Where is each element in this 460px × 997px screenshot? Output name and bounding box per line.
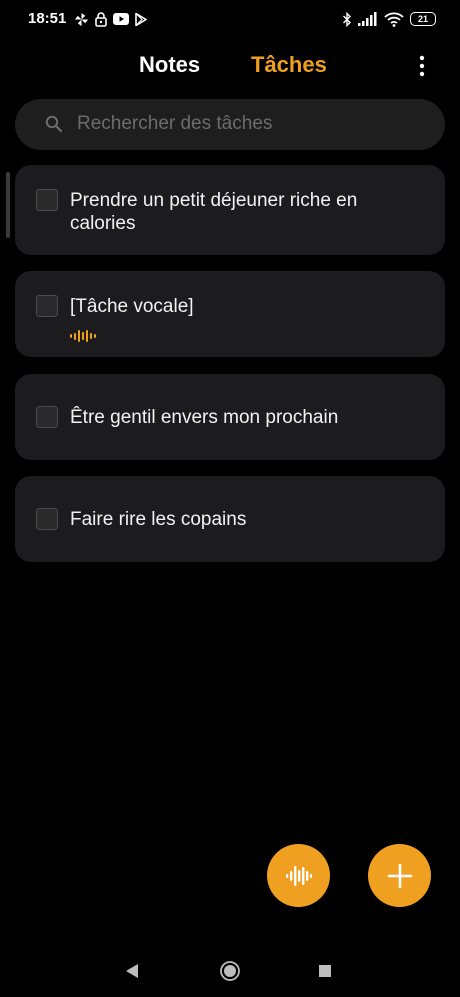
- status-right-icons: 21: [342, 9, 436, 29]
- status-bar: 18:51 21: [0, 0, 460, 38]
- play-store-icon: [135, 12, 147, 26]
- battery-icon: 21: [410, 12, 436, 26]
- task-item[interactable]: [Tâche vocale]: [15, 271, 445, 357]
- home-icon[interactable]: [218, 959, 242, 983]
- task-text: Faire rire les copains: [70, 509, 247, 530]
- wifi-icon: [384, 12, 404, 27]
- task-text: Prendre un petit déjeuner riche en calor…: [70, 190, 358, 234]
- voice-wave-icon[interactable]: [70, 329, 96, 343]
- task-item[interactable]: Faire rire les copains: [15, 476, 445, 562]
- task-checkbox[interactable]: [36, 508, 58, 530]
- navigation-bar: [0, 945, 460, 995]
- voice-wave-icon: [285, 865, 312, 887]
- lock-icon: [95, 11, 107, 27]
- header: Notes Tâches: [0, 44, 460, 88]
- plus-icon: [387, 863, 413, 889]
- task-checkbox[interactable]: [36, 406, 58, 428]
- status-time: 18:51: [28, 10, 67, 27]
- task-checkbox[interactable]: [36, 295, 58, 317]
- back-icon[interactable]: [120, 959, 144, 983]
- youtube-icon: [113, 13, 129, 25]
- task-item[interactable]: Prendre un petit déjeuner riche en calor…: [15, 165, 445, 255]
- search-input[interactable]: [77, 107, 417, 141]
- search-icon: [45, 115, 63, 138]
- add-task-button[interactable]: [368, 844, 431, 907]
- more-vertical-icon[interactable]: [410, 54, 434, 78]
- voice-task-button[interactable]: [267, 844, 330, 907]
- status-left-icons: [74, 10, 147, 28]
- pinwheel-icon: [74, 12, 89, 27]
- task-item[interactable]: Être gentil envers mon prochain: [15, 374, 445, 460]
- task-checkbox[interactable]: [36, 189, 58, 211]
- battery-level: 21: [417, 14, 428, 24]
- task-text: Être gentil envers mon prochain: [70, 407, 339, 428]
- task-text: [Tâche vocale]: [70, 296, 194, 317]
- recents-icon[interactable]: [313, 959, 337, 983]
- bluetooth-icon: [342, 11, 352, 27]
- tab-notes[interactable]: Notes: [139, 52, 200, 78]
- tab-tasks[interactable]: Tâches: [251, 52, 327, 78]
- search-bar[interactable]: [15, 99, 445, 150]
- scroll-indicator[interactable]: [6, 172, 10, 238]
- signal-icon: [358, 12, 378, 26]
